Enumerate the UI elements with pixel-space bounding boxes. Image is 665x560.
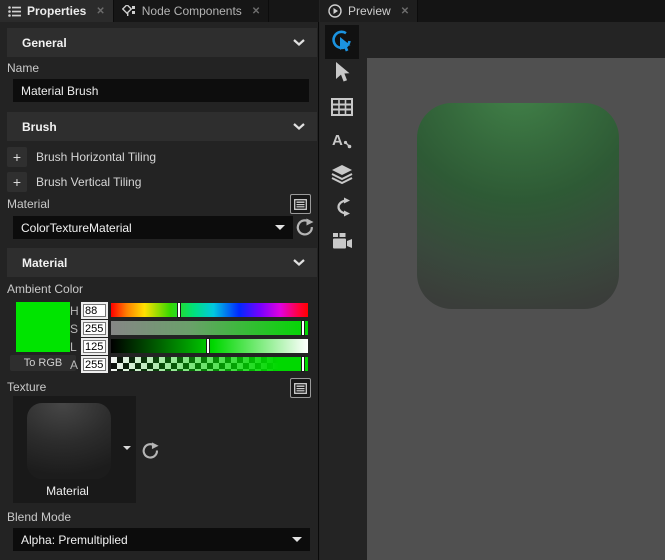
- texture-thumbnail[interactable]: [27, 403, 111, 479]
- transition-arrows-icon: [332, 197, 352, 217]
- name-input[interactable]: [13, 79, 309, 102]
- hue-slider[interactable]: [111, 303, 308, 317]
- chevron-down-icon: [292, 537, 302, 542]
- revert-icon: [141, 441, 160, 460]
- section-brush-title: Brush: [22, 120, 293, 134]
- section-general[interactable]: General: [7, 28, 317, 57]
- properties-panel: General Name Brush + Brush Horizontal Ti…: [0, 22, 319, 560]
- select-tool-button[interactable]: [330, 61, 354, 85]
- tab-node-components[interactable]: Node Components ✕: [114, 0, 269, 22]
- tab-preview-close-icon[interactable]: ✕: [401, 6, 409, 17]
- section-brush[interactable]: Brush: [7, 112, 317, 141]
- hue-input[interactable]: [81, 302, 108, 319]
- text-node-icon: A: [331, 130, 353, 150]
- tab-properties-label: Properties: [27, 4, 86, 18]
- interact-cursor-icon: [329, 29, 355, 55]
- material-property-label: Material: [7, 197, 50, 211]
- play-circle-icon: [328, 4, 342, 18]
- saturation-slider[interactable]: [111, 321, 308, 335]
- alpha-slider[interactable]: [111, 357, 308, 371]
- svg-text:A: A: [332, 132, 343, 149]
- tab-preview-label: Preview: [348, 4, 391, 18]
- material-dropdown[interactable]: ColorTextureMaterial: [13, 216, 293, 239]
- saturation-key-label: S: [70, 322, 80, 336]
- texture-thumbnail-caption: Material: [13, 484, 122, 498]
- lightness-slider-handle[interactable]: [206, 338, 210, 354]
- section-general-title: General: [22, 36, 293, 50]
- name-label: Name: [7, 61, 39, 75]
- tab-node-components-close-icon[interactable]: ✕: [252, 6, 260, 17]
- material-dropdown-value: ColorTextureMaterial: [21, 221, 275, 235]
- right-tab-bar: Preview ✕: [320, 0, 665, 22]
- hue-key-label: H: [70, 304, 80, 318]
- connections-tool-button[interactable]: [330, 195, 354, 219]
- to-rgb-button[interactable]: To RGB: [10, 355, 76, 371]
- chevron-down-icon: [293, 123, 305, 130]
- preview-viewport[interactable]: [367, 58, 665, 560]
- add-brush-horizontal-tiling-button[interactable]: +: [7, 147, 27, 167]
- layers-icon: [331, 164, 353, 184]
- texture-dropdown-caret-icon[interactable]: [123, 446, 131, 450]
- chevron-down-icon: [275, 225, 285, 230]
- section-material[interactable]: Material: [7, 248, 317, 277]
- lightness-key-label: L: [70, 340, 80, 354]
- hue-slider-handle[interactable]: [177, 302, 181, 318]
- chevron-down-icon: [293, 259, 305, 266]
- app-window: Properties ✕ Node Components ✕ General: [0, 0, 665, 560]
- tab-properties-close-icon[interactable]: ✕: [96, 6, 104, 17]
- section-material-title: Material: [22, 256, 293, 270]
- material-preview-square[interactable]: [417, 103, 619, 309]
- video-camera-icon: [331, 232, 353, 250]
- lightness-slider[interactable]: [111, 339, 308, 353]
- texture-preview-box[interactable]: Material: [13, 396, 136, 503]
- ambient-color-label: Ambient Color: [7, 282, 83, 296]
- material-reset-button[interactable]: [295, 217, 315, 237]
- tab-preview[interactable]: Preview ✕: [320, 0, 418, 22]
- left-tab-bar: Properties ✕ Node Components ✕: [0, 0, 319, 22]
- panel-icon: [294, 199, 307, 210]
- texture-reset-button[interactable]: [141, 441, 161, 461]
- revert-icon: [295, 217, 315, 237]
- alpha-key-label: A: [70, 358, 80, 372]
- preview-panel: A: [320, 22, 665, 560]
- saturation-input[interactable]: [81, 320, 108, 337]
- lightness-input[interactable]: [81, 338, 108, 355]
- color-swatch[interactable]: [16, 302, 70, 352]
- interact-tool-button[interactable]: [325, 25, 359, 59]
- texture-editor-button[interactable]: [290, 378, 311, 398]
- blend-mode-value: Alpha: Premultiplied: [21, 533, 292, 547]
- texture-label: Texture: [7, 380, 46, 394]
- tab-node-components-label: Node Components: [142, 4, 242, 18]
- camera-tool-button[interactable]: [330, 229, 354, 253]
- tab-properties[interactable]: Properties ✕: [0, 0, 114, 22]
- add-brush-vertical-tiling-button[interactable]: +: [7, 172, 27, 192]
- blend-mode-dropdown[interactable]: Alpha: Premultiplied: [13, 528, 310, 551]
- chevron-down-icon: [293, 39, 305, 46]
- table-icon: [331, 98, 353, 116]
- layers-tool-button[interactable]: [330, 162, 354, 186]
- panel-icon: [294, 383, 307, 394]
- blend-mode-label: Blend Mode: [7, 510, 71, 524]
- brush-horizontal-tiling-label: Brush Horizontal Tiling: [36, 150, 156, 164]
- text-node-tool-button[interactable]: A: [330, 128, 354, 152]
- arrow-cursor-icon: [332, 62, 352, 84]
- node-components-icon: [122, 5, 136, 17]
- properties-list-icon: [8, 6, 21, 17]
- material-editor-button[interactable]: [290, 194, 311, 214]
- saturation-slider-handle[interactable]: [301, 320, 305, 336]
- alpha-slider-handle[interactable]: [301, 356, 305, 372]
- grid-list-tool-button[interactable]: [330, 95, 354, 119]
- alpha-input[interactable]: [81, 356, 108, 373]
- brush-vertical-tiling-label: Brush Vertical Tiling: [36, 175, 141, 189]
